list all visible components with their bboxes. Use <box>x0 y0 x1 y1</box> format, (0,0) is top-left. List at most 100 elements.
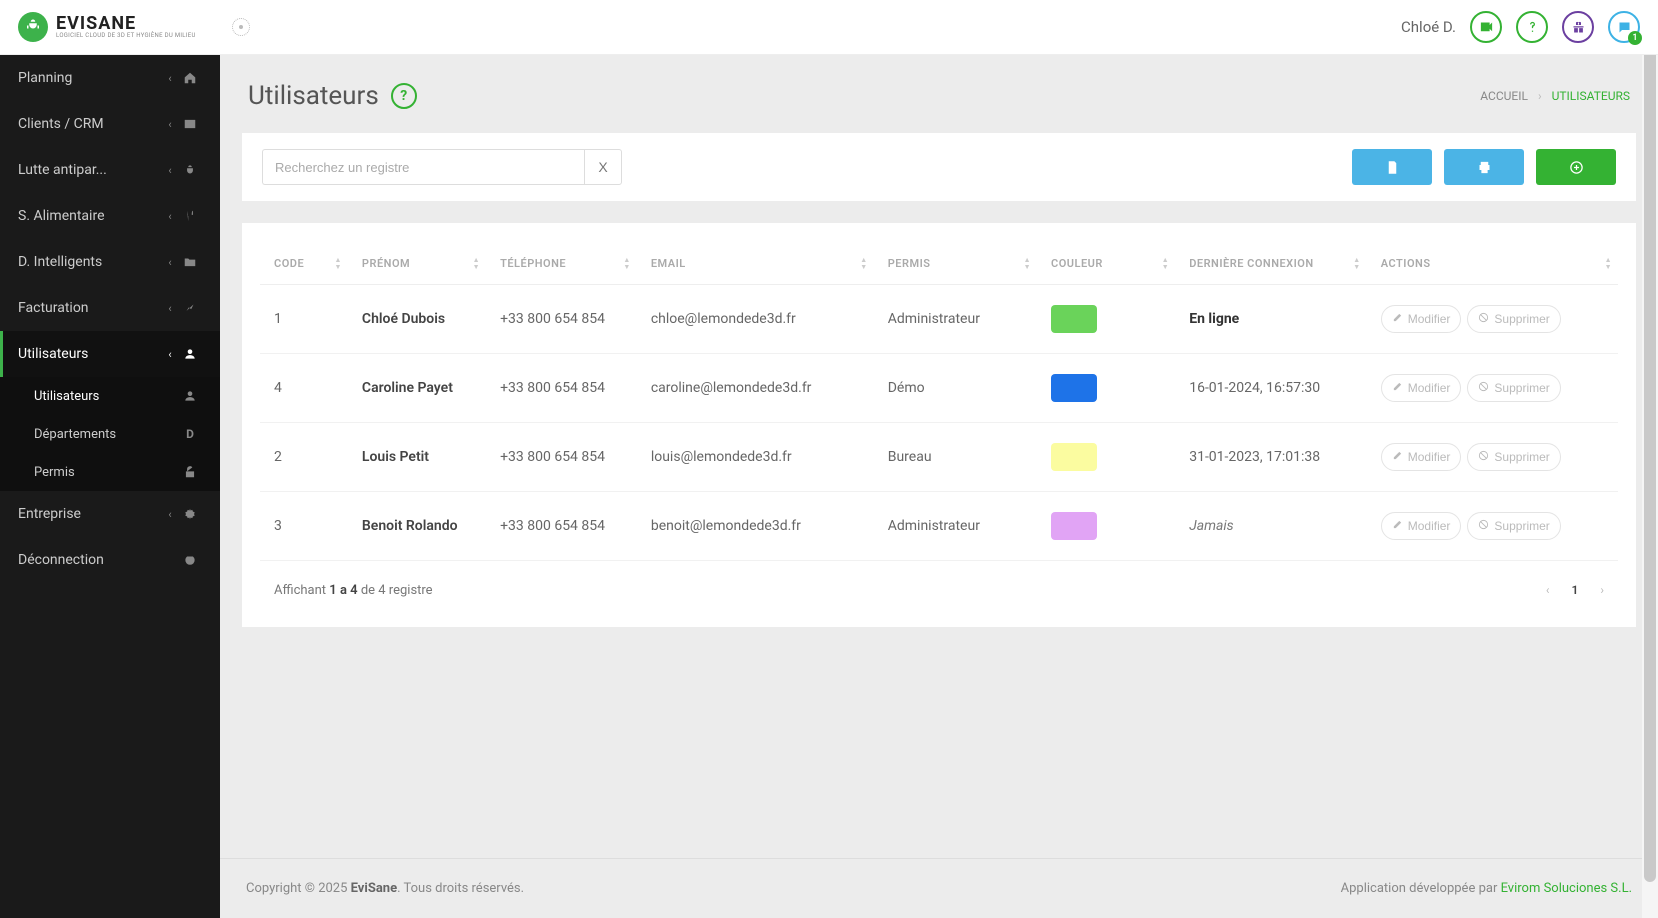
cell-telephone: +33 800 654 854 <box>486 423 637 492</box>
print-button[interactable] <box>1444 149 1524 185</box>
column-header-code[interactable]: CODE▲▼ <box>260 249 348 285</box>
sidebar-item-d-connection[interactable]: Déconnection <box>0 537 220 583</box>
sidebar-subitem-label: Utilisateurs <box>34 389 178 404</box>
sidebar-item-label: Clients / CRM <box>18 116 162 132</box>
cell-permis: Administrateur <box>874 492 1037 561</box>
chat-icon[interactable]: 1 <box>1608 11 1640 43</box>
column-header-email[interactable]: EMAIL▲▼ <box>637 249 874 285</box>
sidebar-subitem-d-partements[interactable]: DépartementsD <box>0 415 220 453</box>
users-card: CODE▲▼PRÉNOM▲▼TÉLÉPHONE▲▼EMAIL▲▼PERMIS▲▼… <box>242 223 1636 627</box>
page-help-icon[interactable]: ? <box>391 83 417 109</box>
page-number[interactable]: 1 <box>1564 579 1587 601</box>
cell-couleur <box>1037 354 1175 423</box>
table-showing-text: Affichant 1 a 4 de 4 registre <box>274 583 433 598</box>
sidebar-item-label: Facturation <box>18 300 162 316</box>
id-card-icon <box>178 116 202 132</box>
page-footer: Copyright © 2025 EviSane. Tous droits ré… <box>220 858 1658 918</box>
page-prev-icon[interactable]: ‹ <box>1546 583 1550 597</box>
gift-icon[interactable] <box>1562 11 1594 43</box>
current-user-name[interactable]: Chloé D. <box>1401 18 1456 36</box>
edit-button[interactable]: Modifier <box>1381 443 1462 471</box>
delete-button[interactable]: Supprimer <box>1467 374 1560 402</box>
sidebar-subitem-utilisateurs[interactable]: Utilisateurs <box>0 377 220 415</box>
sort-icon: ▲▼ <box>334 257 341 271</box>
cell-derniere: En ligne <box>1175 285 1367 354</box>
sidebar-item-s-alimentaire[interactable]: S. Alimentaire‹ <box>0 193 220 239</box>
column-header-label: PERMIS <box>888 257 931 270</box>
sidebar-item-label: D. Intelligents <box>18 254 162 270</box>
column-header-derniere[interactable]: DERNIÈRE CONNEXION▲▼ <box>1175 249 1367 285</box>
cell-actions: ModifierSupprimer <box>1367 492 1618 561</box>
breadcrumb-current: UTILISATEURS <box>1552 89 1630 103</box>
chevron-left-icon: ‹ <box>162 118 178 131</box>
export-button[interactable] <box>1352 149 1432 185</box>
sidebar-item-lutte-antipar-[interactable]: Lutte antipar...‹ <box>0 147 220 193</box>
sidebar-item-utilisateurs[interactable]: Utilisateurs‹ <box>0 331 220 377</box>
sidebar-item-planning[interactable]: Planning‹ <box>0 55 220 101</box>
chevron-left-icon: ‹ <box>162 348 178 361</box>
brand-name: EVISANE <box>56 15 196 33</box>
delete-button[interactable]: Supprimer <box>1467 443 1560 471</box>
user-icon <box>178 346 202 362</box>
cell-prenom: Chloé Dubois <box>348 285 486 354</box>
sidebar-item-d-intelligents[interactable]: D. Intelligents‹ <box>0 239 220 285</box>
chat-badge: 1 <box>1628 31 1642 45</box>
chevron-left-icon: ‹ <box>162 210 178 223</box>
search-input[interactable] <box>262 149 584 185</box>
scrollbar-thumb[interactable] <box>1644 2 1656 882</box>
home-icon <box>178 70 202 86</box>
column-header-prenom[interactable]: PRÉNOM▲▼ <box>348 249 486 285</box>
breadcrumb: ACCUEIL › UTILISATEURS <box>1480 89 1630 103</box>
cell-telephone: +33 800 654 854 <box>486 492 637 561</box>
cell-actions: ModifierSupprimer <box>1367 285 1618 354</box>
ban-icon <box>1478 381 1489 395</box>
chevron-left-icon: ‹ <box>162 302 178 315</box>
sort-icon: ▲▼ <box>1353 257 1360 271</box>
color-swatch <box>1051 374 1097 402</box>
cell-couleur <box>1037 423 1175 492</box>
page-next-icon[interactable]: › <box>1600 583 1604 597</box>
scrollbar[interactable] <box>1642 0 1658 918</box>
sidebar-item-label: Lutte antipar... <box>18 162 162 178</box>
page-title-text: Utilisateurs <box>248 81 379 111</box>
search-clear-button[interactable]: X <box>584 149 622 185</box>
cell-prenom: Louis Petit <box>348 423 486 492</box>
pagination: ‹ 1 › <box>1546 579 1604 601</box>
sidebar-item-clients-crm[interactable]: Clients / CRM‹ <box>0 101 220 147</box>
column-header-label: COULEUR <box>1051 257 1103 270</box>
sidebar-item-facturation[interactable]: Facturation‹ <box>0 285 220 331</box>
edit-button[interactable]: Modifier <box>1381 305 1462 333</box>
sort-icon: ▲▼ <box>1024 257 1031 271</box>
column-header-permis[interactable]: PERMIS ▲▼ <box>874 249 1037 285</box>
brand-logo[interactable]: EVISANE LOGICIEL CLOUD DE 3D ET HYGIÈNE … <box>18 12 196 42</box>
sidebar-item-entreprise[interactable]: Entreprise‹ <box>0 491 220 537</box>
cell-couleur <box>1037 492 1175 561</box>
cell-code: 2 <box>260 423 348 492</box>
delete-button[interactable]: Supprimer <box>1467 305 1560 333</box>
help-icon[interactable] <box>1516 11 1548 43</box>
breadcrumb-home[interactable]: ACCUEIL <box>1480 89 1528 103</box>
add-button[interactable] <box>1536 149 1616 185</box>
table-row: 2Louis Petit+33 800 654 854louis@lemonde… <box>260 423 1618 492</box>
sort-icon: ▲▼ <box>473 257 480 271</box>
sidebar-toggle-icon[interactable] <box>232 18 250 36</box>
bug-icon <box>178 162 202 178</box>
delete-button[interactable]: Supprimer <box>1467 512 1560 540</box>
column-header-actions[interactable]: ACTIONS▲▼ <box>1367 249 1618 285</box>
edit-button[interactable]: Modifier <box>1381 374 1462 402</box>
cell-email: benoit@lemondede3d.fr <box>637 492 874 561</box>
cell-email: caroline@lemondede3d.fr <box>637 354 874 423</box>
column-header-label: EMAIL <box>651 257 686 270</box>
vendor-link[interactable]: Evirom Soluciones S.L. <box>1501 881 1632 896</box>
edit-button[interactable]: Modifier <box>1381 512 1462 540</box>
notes-icon[interactable] <box>1470 11 1502 43</box>
column-header-couleur[interactable]: COULEUR▲▼ <box>1037 249 1175 285</box>
sidebar-subitem-permis[interactable]: Permis <box>0 453 220 491</box>
chevron-left-icon: ‹ <box>162 508 178 521</box>
column-header-telephone[interactable]: TÉLÉPHONE▲▼ <box>486 249 637 285</box>
sidebar: Planning‹Clients / CRM‹Lutte antipar...‹… <box>0 55 220 918</box>
chart-icon <box>178 300 202 316</box>
cell-permis: Démo <box>874 354 1037 423</box>
column-header-label: TÉLÉPHONE <box>500 257 566 270</box>
sidebar-item-label: Utilisateurs <box>18 346 162 362</box>
